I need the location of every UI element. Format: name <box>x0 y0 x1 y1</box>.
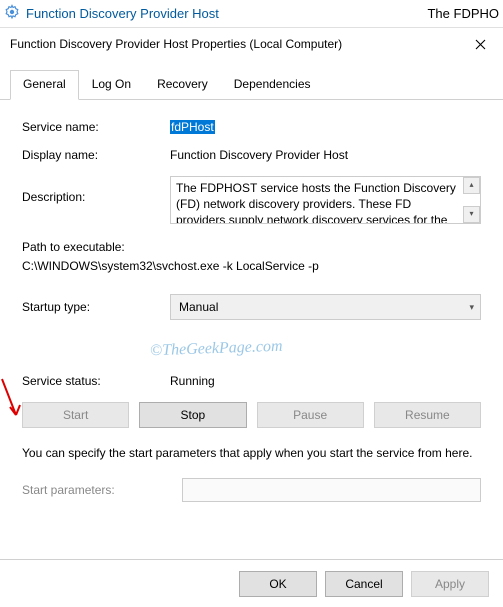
display-name-label: Display name: <box>22 148 170 162</box>
chevron-down-icon: ▾ <box>469 302 474 313</box>
path-value: C:\WINDOWS\system32\svchost.exe -k Local… <box>22 257 481 276</box>
tab-strip: General Log On Recovery Dependencies <box>0 60 503 100</box>
start-params-input[interactable] <box>182 478 481 502</box>
start-params-hint: You can specify the start parameters tha… <box>22 444 481 462</box>
service-name-label: Service name: <box>22 120 170 134</box>
cancel-button[interactable]: Cancel <box>325 571 403 597</box>
close-button[interactable] <box>458 29 503 59</box>
description-text: The FDPHOST service hosts the Function D… <box>176 181 456 224</box>
service-name-value[interactable]: fdPHost <box>170 120 215 134</box>
description-label: Description: <box>22 176 170 204</box>
tab-content: Service name: fdPHost Display name: Func… <box>0 100 503 526</box>
tab-recovery[interactable]: Recovery <box>144 70 221 99</box>
apply-button: Apply <box>411 571 489 597</box>
resume-button: Resume <box>374 402 481 428</box>
display-name-value: Function Discovery Provider Host <box>170 148 481 162</box>
gear-icon <box>4 4 26 23</box>
startup-type-value: Manual <box>179 300 218 314</box>
dialog-titlebar: Function Discovery Provider Host Propert… <box>0 28 503 60</box>
stop-button[interactable]: Stop <box>139 402 246 428</box>
service-status-value: Running <box>170 374 481 388</box>
start-params-label: Start parameters: <box>22 483 182 497</box>
scroll-down-icon[interactable]: ▾ <box>463 206 480 223</box>
pause-button: Pause <box>257 402 364 428</box>
start-button: Start <box>22 402 129 428</box>
description-box[interactable]: The FDPHOST service hosts the Function D… <box>170 176 481 224</box>
tab-dependencies[interactable]: Dependencies <box>221 70 324 99</box>
tab-general[interactable]: General <box>10 70 79 100</box>
service-status-label: Service status: <box>22 374 170 388</box>
path-label: Path to executable: <box>22 238 481 257</box>
startup-type-select[interactable]: Manual ▾ <box>170 294 481 320</box>
scroll-up-icon[interactable]: ▴ <box>463 177 480 194</box>
ok-button[interactable]: OK <box>239 571 317 597</box>
startup-type-label: Startup type: <box>22 300 170 314</box>
dialog-title: Function Discovery Provider Host Propert… <box>10 37 458 51</box>
app-subtitle: The FDPHO <box>427 6 499 21</box>
dialog-footer: OK Cancel Apply <box>0 559 503 607</box>
app-title: Function Discovery Provider Host <box>26 6 427 21</box>
tab-logon[interactable]: Log On <box>79 70 144 99</box>
app-topbar: Function Discovery Provider Host The FDP… <box>0 0 503 28</box>
